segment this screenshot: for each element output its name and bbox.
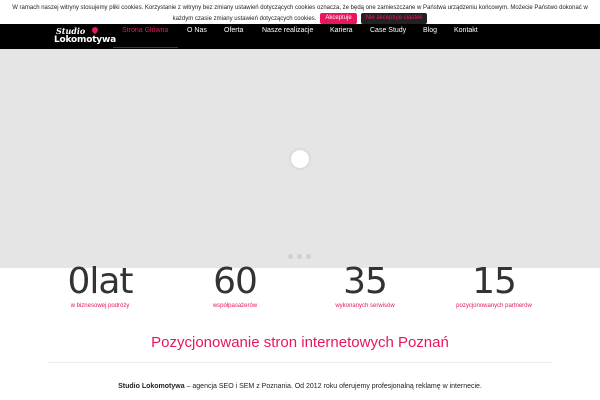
stat-label-years: w biznesowej podróży — [70, 303, 130, 309]
logo-heart-icon — [90, 25, 100, 35]
logo[interactable]: Studio Lokomotywa — [54, 25, 116, 48]
nav-item-contact[interactable]: Kontakt — [454, 24, 478, 49]
stat-value-years: 0lat — [67, 261, 133, 302]
loading-spinner-icon — [291, 150, 309, 168]
section-divider — [48, 362, 552, 363]
stat-label-partners: współpasażerów — [212, 303, 258, 309]
slider-bullet-2[interactable] — [297, 254, 302, 259]
main-navigation: Studio Lokomotywa Strona Główna O Nas Of… — [0, 24, 600, 49]
nav-item-home[interactable]: Strona Główna — [122, 24, 168, 49]
nav-item-career[interactable]: Kariera — [330, 24, 353, 49]
nav-item-offer[interactable]: Oferta — [224, 24, 243, 49]
nav-item-about[interactable]: O Nas — [187, 24, 207, 49]
stat-label-projects: wykonanych serwisów — [335, 303, 395, 309]
section-heading: Pozycjonowanie stron internetowych Pozna… — [151, 334, 449, 351]
stat-label-positioned: pozycjonowanych partnerów — [456, 303, 532, 309]
cookie-text-line2: każdym czasie zmiany ustawień dotyczącyc… — [172, 15, 317, 22]
cookie-bar: W ramach naszej witryny stosujemy pliki … — [0, 0, 600, 24]
intro-paragraph: Studio Lokomotywa – agencja SEO i SEM z … — [0, 383, 600, 390]
slider-bullet-1[interactable] — [288, 254, 293, 259]
cookie-text-line1: W ramach naszej witryny stosujemy pliki … — [12, 5, 588, 11]
decline-cookies-button[interactable]: Nie akceptuje ciastek — [360, 13, 428, 24]
slider-bullet-3[interactable] — [306, 254, 311, 259]
intro-text: – agencja SEO i SEM z Poznania. Od 2012 … — [184, 383, 482, 390]
active-nav-underline — [113, 47, 178, 48]
stat-value-positioned: 15 — [472, 261, 517, 302]
nav-item-blog[interactable]: Blog — [423, 24, 437, 49]
stat-value-projects: 35 — [343, 261, 388, 302]
accept-cookies-button[interactable]: Akceptuje — [320, 13, 357, 24]
cookie-text: W ramach naszej witryny stosujemy pliki … — [0, 3, 600, 24]
nav-item-portfolio[interactable]: Nasze realizacje — [262, 24, 313, 49]
stat-value-partners: 60 — [213, 261, 258, 302]
nav-item-case-study[interactable]: Case Study — [370, 24, 406, 49]
intro-brand: Studio Lokomotywa — [118, 383, 185, 390]
logo-line2: Lokomotywa — [54, 35, 116, 45]
